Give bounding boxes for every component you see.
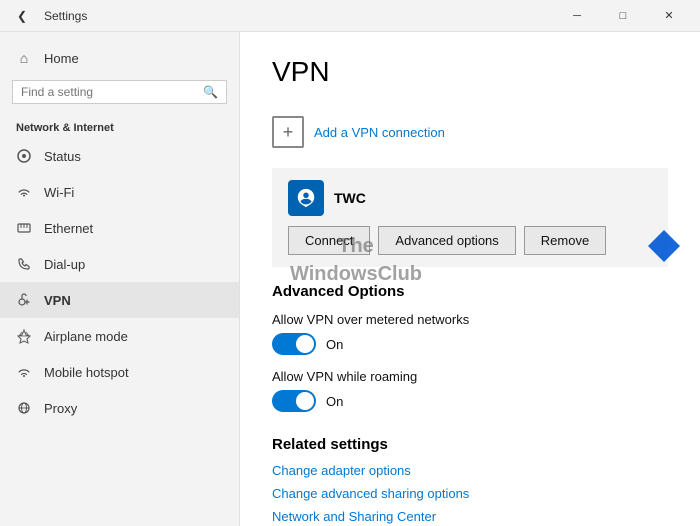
related-settings-title: Related settings — [272, 436, 668, 453]
link-adapter-options[interactable]: Change adapter options — [272, 463, 668, 478]
sidebar-item-status[interactable]: Status — [0, 138, 239, 174]
toggle-roaming-label: Allow VPN while roaming — [272, 369, 668, 384]
sidebar-search-box[interactable]: 🔍 — [12, 80, 227, 104]
add-vpn-label: Add a VPN connection — [314, 125, 445, 140]
status-icon — [16, 148, 32, 164]
toggle-row-metered: Allow VPN over metered networks On — [272, 312, 668, 355]
vpn-card-header: TWC — [288, 180, 652, 216]
maximize-button[interactable]: □ — [600, 0, 646, 32]
advanced-section: Advanced Options Allow VPN over metered … — [272, 283, 668, 412]
sidebar-item-ethernet[interactable]: Ethernet — [0, 210, 239, 246]
proxy-icon — [16, 400, 32, 416]
link-network-sharing-center[interactable]: Network and Sharing Center — [272, 509, 668, 524]
toggle-metered-wrapper: On — [272, 333, 668, 355]
wifi-icon — [16, 184, 32, 200]
sidebar-item-proxy[interactable]: Proxy — [0, 390, 239, 426]
titlebar-title: Settings — [44, 9, 87, 23]
titlebar-right: ─ □ ✕ — [554, 0, 692, 32]
sidebar-label-hotspot: Mobile hotspot — [44, 365, 129, 380]
sidebar-item-home[interactable]: ⌂ Home — [0, 40, 239, 76]
vpn-name: TWC — [334, 190, 366, 206]
sidebar-item-dialup[interactable]: Dial-up — [0, 246, 239, 282]
search-input[interactable] — [21, 85, 197, 99]
vpn-icon — [288, 180, 324, 216]
sidebar-item-vpn[interactable]: VPN — [0, 282, 239, 318]
sidebar-label-vpn: VPN — [44, 293, 71, 308]
airplane-icon — [16, 328, 32, 344]
home-icon: ⌂ — [16, 50, 32, 66]
vpn-card-buttons: Connect Advanced options Remove — [288, 226, 652, 255]
app-body: ⌂ Home 🔍 Network & Internet Status Wi-Fi — [0, 32, 700, 526]
add-vpn-button[interactable]: + Add a VPN connection — [272, 108, 668, 156]
back-button[interactable]: ❮ — [8, 2, 36, 30]
main-content: VPN + Add a VPN connection TWC Connect A… — [240, 32, 700, 526]
related-settings: Related settings Change adapter options … — [272, 436, 668, 524]
vpn-sidebar-icon — [16, 292, 32, 308]
sidebar: ⌂ Home 🔍 Network & Internet Status Wi-Fi — [0, 32, 240, 526]
hotspot-icon — [16, 364, 32, 380]
dialup-icon — [16, 256, 32, 272]
titlebar: ❮ Settings ─ □ ✕ — [0, 0, 700, 32]
sidebar-label-airplane: Airplane mode — [44, 329, 128, 344]
sidebar-label-home: Home — [44, 51, 79, 66]
close-button[interactable]: ✕ — [646, 0, 692, 32]
minimize-button[interactable]: ─ — [554, 0, 600, 32]
sidebar-item-wifi[interactable]: Wi-Fi — [0, 174, 239, 210]
page-title: VPN — [272, 56, 668, 88]
sidebar-item-airplane[interactable]: Airplane mode — [0, 318, 239, 354]
toggle-roaming-status: On — [326, 394, 343, 409]
sidebar-label-dialup: Dial-up — [44, 257, 85, 272]
toggle-roaming[interactable] — [272, 390, 316, 412]
titlebar-left: ❮ Settings — [8, 2, 87, 30]
advanced-options-button[interactable]: Advanced options — [378, 226, 515, 255]
remove-button[interactable]: Remove — [524, 226, 606, 255]
search-icon: 🔍 — [203, 85, 218, 99]
sidebar-label-ethernet: Ethernet — [44, 221, 93, 236]
vpn-card: TWC Connect Advanced options Remove — [272, 168, 668, 267]
sidebar-label-status: Status — [44, 149, 81, 164]
add-icon: + — [272, 116, 304, 148]
sidebar-label-proxy: Proxy — [44, 401, 77, 416]
toggle-row-roaming: Allow VPN while roaming On — [272, 369, 668, 412]
toggle-metered-label: Allow VPN over metered networks — [272, 312, 668, 327]
toggle-roaming-wrapper: On — [272, 390, 668, 412]
toggle-metered[interactable] — [272, 333, 316, 355]
sidebar-label-wifi: Wi-Fi — [44, 185, 74, 200]
sidebar-section-header: Network & Internet — [0, 112, 239, 138]
ethernet-icon — [16, 220, 32, 236]
connect-button[interactable]: Connect — [288, 226, 370, 255]
sidebar-item-hotspot[interactable]: Mobile hotspot — [0, 354, 239, 390]
link-advanced-sharing[interactable]: Change advanced sharing options — [272, 486, 668, 501]
advanced-section-title: Advanced Options — [272, 283, 668, 300]
toggle-metered-status: On — [326, 337, 343, 352]
